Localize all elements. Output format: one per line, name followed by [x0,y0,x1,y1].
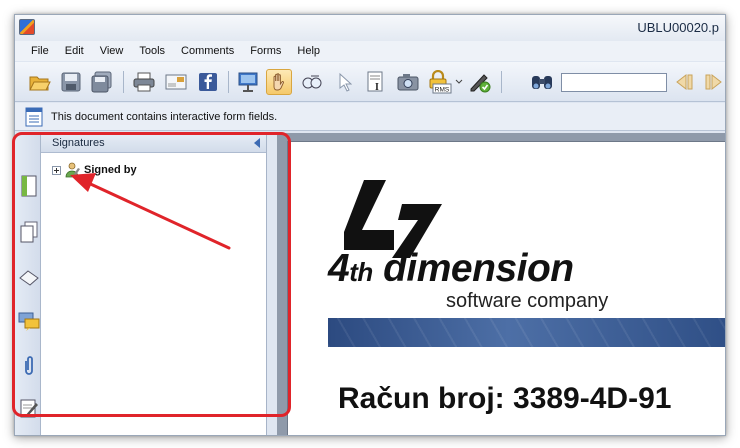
menu-view[interactable]: View [92,43,132,59]
header-banner [328,318,725,347]
attachments-icon[interactable] [18,355,40,377]
main-toolbar: I RMS [15,62,725,102]
menu-file[interactable]: File [23,43,57,59]
sign-pen-icon[interactable] [467,69,493,95]
menu-forms[interactable]: Forms [242,43,289,59]
app-logo-icon [19,19,35,35]
toolbar-separator [123,71,124,93]
toolbar-separator [228,71,229,93]
brand-suffix: th [349,257,373,287]
next-result-icon[interactable] [701,69,725,95]
select-text-icon[interactable]: I [363,69,389,95]
presentation-icon[interactable] [235,69,261,95]
save-all-icon[interactable] [89,69,115,95]
prev-result-icon[interactable] [671,69,697,95]
menu-help[interactable]: Help [289,43,328,59]
menu-tools[interactable]: Tools [131,43,173,59]
email-icon[interactable] [163,69,189,95]
form-document-icon [25,107,43,127]
facebook-icon[interactable] [195,69,221,95]
collapse-panel-icon[interactable] [254,138,260,148]
camera-icon[interactable] [395,69,421,95]
menu-bar: File Edit View Tools Comments Forms Help [15,41,725,61]
comments-icon[interactable] [18,311,40,333]
panel-title: Signatures [52,137,105,149]
rms-label: RMS [435,87,450,94]
layers-icon[interactable] [18,267,40,289]
form-fields-infobar: This document contains interactive form … [15,103,725,131]
select-pointer-icon[interactable] [332,69,358,95]
signatures-icon[interactable] [18,397,40,419]
invoice-title: Račun broj: 3389-4D-91 [338,382,672,415]
pdf-page: 4th dimension software company Račun bro… [287,141,725,435]
brand-word: dimension [383,247,574,290]
infobar-message: This document contains interactive form … [51,111,278,123]
signature-tree-item[interactable]: Signed by [52,162,137,178]
search-input[interactable] [561,73,667,92]
chevron-down-icon[interactable] [454,69,464,95]
navigation-rail [15,133,41,435]
panel-header: Signatures [41,133,266,153]
save-icon[interactable] [58,69,84,95]
open-icon[interactable] [27,69,53,95]
brand-tagline: software company [446,290,609,312]
document-viewport[interactable]: 4th dimension software company Račun bro… [277,133,725,435]
svg-text:I: I [375,82,379,93]
menu-comments[interactable]: Comments [173,43,242,59]
panel-splitter[interactable] [267,133,277,435]
brand-prefix: 4 [328,247,350,290]
menu-edit[interactable]: Edit [57,43,92,59]
bookmarks-icon[interactable] [18,175,40,197]
print-icon[interactable] [131,69,157,95]
pages-icon[interactable] [18,221,40,243]
signatures-panel: Signatures Signed by [41,133,267,435]
snapshot-zoom-icon[interactable] [299,69,325,95]
binoculars-icon[interactable] [529,69,555,95]
app-window: UBLU00020.p File Edit View Tools Comment… [14,14,726,436]
signer-icon [65,162,81,178]
brand-name: 4th dimension [328,247,574,291]
lock-rms-icon[interactable]: RMS [427,69,453,95]
expand-icon[interactable] [52,165,61,175]
toolbar-separator [501,71,502,93]
hand-tool-icon[interactable] [266,69,292,95]
title-bar[interactable]: UBLU00020.p [15,15,725,41]
signed-by-label: Signed by [84,164,137,176]
window-title: UBLU00020.p [637,20,719,35]
